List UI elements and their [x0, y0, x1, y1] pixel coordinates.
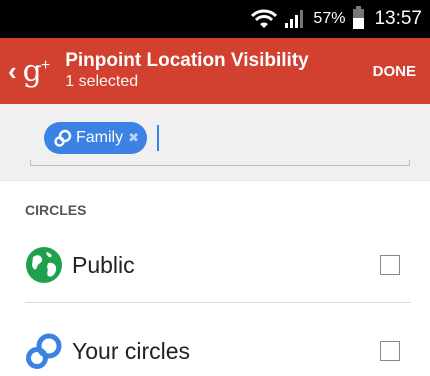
public-checkbox[interactable]: [380, 255, 400, 275]
app-bar: ‹ g+ Pinpoint Location Visibility 1 sele…: [0, 38, 430, 104]
list-item-label: Public: [72, 251, 135, 278]
text-cursor[interactable]: [157, 125, 159, 151]
input-underline: [30, 160, 410, 166]
family-chip[interactable]: Family ✖: [44, 122, 148, 154]
done-button[interactable]: DONE: [373, 63, 416, 80]
audience-input-area: Family ✖: [0, 104, 430, 180]
back-chevron-icon[interactable]: ‹: [8, 58, 17, 84]
status-bar: 57% 13:57: [0, 0, 430, 38]
chip-remove-icon[interactable]: ✖: [128, 130, 139, 146]
google-plus-logo[interactable]: g+: [23, 54, 51, 89]
page-title: Pinpoint Location Visibility: [65, 50, 309, 71]
globe-icon: [24, 245, 64, 285]
your-circles-checkbox[interactable]: [380, 341, 400, 361]
wifi-icon: [251, 9, 278, 29]
list-item-your-circles[interactable]: Your circles: [0, 315, 430, 376]
chip-label: Family: [76, 129, 124, 146]
clock: 13:57: [374, 8, 422, 29]
battery-icon: [353, 6, 365, 29]
list-item-label: Your circles: [72, 337, 191, 364]
app-bar-titles: Pinpoint Location Visibility 1 selected: [65, 50, 309, 92]
section-header-circles: CIRCLES: [25, 202, 87, 218]
signal-icon: [285, 10, 304, 28]
list-item-public[interactable]: Public: [0, 229, 430, 301]
divider: [25, 302, 411, 303]
selection-count: 1 selected: [65, 73, 139, 90]
battery-percent: 57%: [313, 10, 346, 27]
circles-icon: [54, 129, 72, 147]
circles-icon: [24, 331, 64, 371]
circles-list: CIRCLES Public Your circles: [0, 180, 430, 376]
